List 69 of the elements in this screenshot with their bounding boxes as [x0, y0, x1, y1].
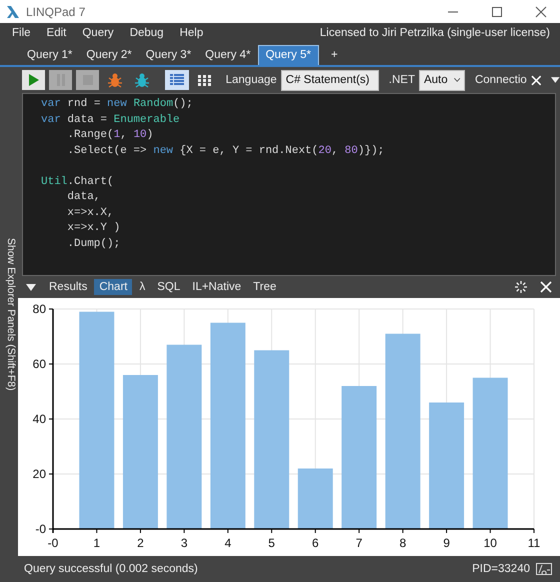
tick-label: 11 [528, 536, 540, 550]
tick-label: -0 [35, 522, 46, 536]
spinner-icon[interactable] [514, 280, 528, 294]
query-tab[interactable]: Query 1* [20, 46, 80, 65]
play-icon [28, 74, 39, 86]
explorer-toggle[interactable]: Show Explorer Panels (Shift+F8) [5, 238, 17, 391]
tick-label: 4 [224, 536, 232, 550]
tick-label: 60 [32, 357, 46, 371]
query-tab[interactable]: Query 2* [79, 46, 139, 65]
tick-label: 3 [180, 536, 188, 550]
dotnet-dropdown[interactable]: Auto [418, 70, 465, 90]
menu-item[interactable]: Edit [38, 27, 74, 39]
code-editor[interactable]: var rnd = new Random(); var data = Enumerable .Range(1, 10) .Select(e => new {X = e, Y = rnd.Next(20, 80)}); Util.Chart( data, x=>x.X, x=>x.Y ) .Dump(); [22, 93, 556, 276]
results-tab[interactable]: Tree [248, 279, 282, 295]
tick-label: 40 [32, 412, 46, 426]
tick-label: 1 [93, 536, 100, 550]
results-tab[interactable]: IL+Native [187, 279, 246, 295]
process-id: PID=33240 [472, 562, 530, 574]
list-view-icon [170, 74, 184, 86]
view-mode-button[interactable] [165, 70, 188, 90]
dotnet-label: .NET [388, 74, 415, 86]
query-tab[interactable]: Query 5* [258, 45, 319, 65]
code-line: .Select(e => new {X = e, Y = rnd.Next(20, 80)}); [66, 144, 386, 158]
tick-label: -0 [48, 536, 58, 550]
menu-item[interactable]: Debug [122, 27, 172, 39]
menu-item[interactable]: Help [172, 27, 212, 39]
caret-icon [454, 77, 460, 83]
io-indicator-icon [536, 562, 552, 574]
close-icon[interactable] [540, 281, 552, 293]
code-line: data, [66, 190, 102, 205]
tick-label: 10 [484, 536, 497, 550]
code-line: x=>x.X, [66, 206, 115, 220]
tick-label: 9 [443, 536, 450, 550]
menu-item[interactable]: File [4, 27, 39, 39]
collapse-arrow-icon[interactable] [26, 284, 36, 290]
code-line: var data = Enumerable [41, 112, 181, 128]
window-title: LINQPad 7 [26, 4, 86, 18]
query-tab[interactable]: Query 4* [198, 46, 258, 65]
new-tab-button[interactable]: + [318, 46, 350, 65]
language-label: Language [226, 74, 277, 86]
query-tab[interactable]: Query 3* [138, 46, 198, 65]
language-dropdown[interactable]: C# Statement(s) [280, 70, 379, 90]
results-tab[interactable]: Results [44, 279, 92, 295]
tick-label: 80 [32, 302, 46, 316]
bug-icon [106, 72, 123, 88]
results-tab[interactable]: Chart [94, 279, 132, 295]
tick-label: 2 [137, 536, 144, 550]
bug-icon [134, 72, 150, 88]
tick-label: 6 [312, 536, 319, 550]
license-text: Licensed to Jiri Petrzilka (single-user license) [320, 27, 551, 39]
results-tab[interactable]: SQL [152, 279, 186, 295]
tick-label: 7 [356, 536, 362, 550]
tick-label: 20 [32, 467, 46, 481]
app-logo-icon [6, 4, 20, 18]
code-line: x=>x.Y ) [66, 221, 122, 236]
dropdown-arrow-icon[interactable] [551, 77, 560, 83]
tick-label: 8 [399, 536, 406, 550]
close-icon[interactable] [530, 74, 542, 86]
grid-icon [198, 74, 211, 86]
code-line: Util.Chart( [41, 174, 115, 190]
code-line: .Range(1, 10) [66, 128, 154, 143]
code-line: var rnd = new Random(); [41, 97, 194, 112]
run-button[interactable] [22, 70, 46, 90]
results-tab[interactable]: λ [134, 279, 150, 295]
connection-label[interactable]: Connectio [474, 74, 527, 86]
tick-label: 5 [268, 536, 275, 550]
menu-item[interactable]: Query [74, 27, 122, 39]
code-line: .Dump(); [66, 236, 122, 252]
status-message: Query successful (0.002 seconds) [24, 562, 198, 574]
